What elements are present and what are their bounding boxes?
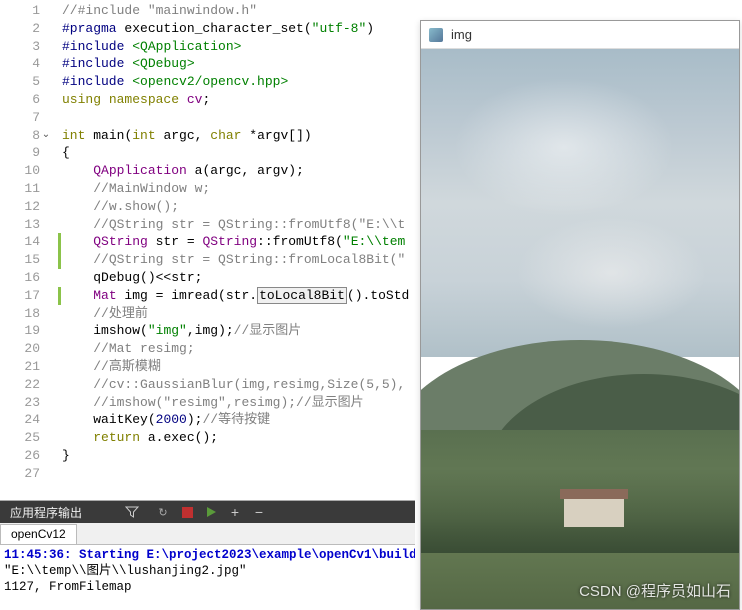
output-tab-opencv[interactable]: openCv12 <box>0 524 77 544</box>
line-number: 25 <box>2 429 40 447</box>
rerun-button[interactable]: ↻ <box>154 503 172 521</box>
filter-icon[interactable] <box>122 502 142 522</box>
line-number: 26 <box>2 447 40 465</box>
add-button[interactable]: + <box>226 503 244 521</box>
line-number: 4 <box>2 55 40 73</box>
output-line: "E:\\temp\\图片\\lushanjing2.jpg" <box>4 563 411 579</box>
remove-button[interactable]: − <box>250 503 268 521</box>
line-number: 21 <box>2 358 40 376</box>
line-number: 5 <box>2 73 40 91</box>
modified-indicator <box>58 233 61 251</box>
window-icon <box>429 28 443 42</box>
output-tabs: openCv12 <box>0 523 415 545</box>
code-line[interactable]: //#include "mainwindow.h" <box>62 2 742 20</box>
line-number: 11 <box>2 180 40 198</box>
line-number: 14 <box>2 233 40 251</box>
line-number: 19 <box>2 322 40 340</box>
run-button[interactable] <box>202 503 220 521</box>
line-number: 2 <box>2 20 40 38</box>
line-number: 1 <box>2 2 40 20</box>
line-number: 3 <box>2 38 40 56</box>
output-line: 11:45:36: Starting E:\project2023\exampl… <box>4 547 411 563</box>
application-output-panel: 应用程序输出 ↻ + − openCv12 11:45:36: Starting… <box>0 500 415 609</box>
line-number: 12 <box>2 198 40 216</box>
line-number: 15 <box>2 251 40 269</box>
line-number: 7 <box>2 109 40 127</box>
line-number: 13 <box>2 216 40 234</box>
line-number: 17 <box>2 287 40 305</box>
modified-indicator <box>58 287 61 305</box>
image-content: CSDN @程序员如山石 <box>421 49 739 609</box>
line-number: 6 <box>2 91 40 109</box>
line-number: 8⌄ <box>2 127 40 145</box>
output-line: 1127, FromFilemap <box>4 579 411 595</box>
image-display-window[interactable]: img CSDN @程序员如山石 <box>420 20 740 610</box>
line-number-gutter: 12345678⌄9101112131415161718192021222324… <box>0 0 48 500</box>
stop-button[interactable] <box>178 503 196 521</box>
line-number: 22 <box>2 376 40 394</box>
watermark-text: CSDN @程序员如山石 <box>579 580 731 601</box>
output-body[interactable]: 11:45:36: Starting E:\project2023\exampl… <box>0 545 415 597</box>
line-number: 23 <box>2 394 40 412</box>
fold-toggle-icon[interactable]: ⌄ <box>42 131 51 140</box>
line-number: 9 <box>2 144 40 162</box>
image-window-titlebar[interactable]: img <box>421 21 739 49</box>
line-number: 27 <box>2 465 40 483</box>
line-number: 24 <box>2 411 40 429</box>
line-number: 10 <box>2 162 40 180</box>
line-number: 18 <box>2 305 40 323</box>
line-number: 16 <box>2 269 40 287</box>
modified-indicator <box>58 251 61 269</box>
image-window-title: img <box>451 27 472 42</box>
output-header: 应用程序输出 ↻ + − <box>0 501 415 523</box>
output-title: 应用程序输出 <box>0 501 92 523</box>
line-number: 20 <box>2 340 40 358</box>
